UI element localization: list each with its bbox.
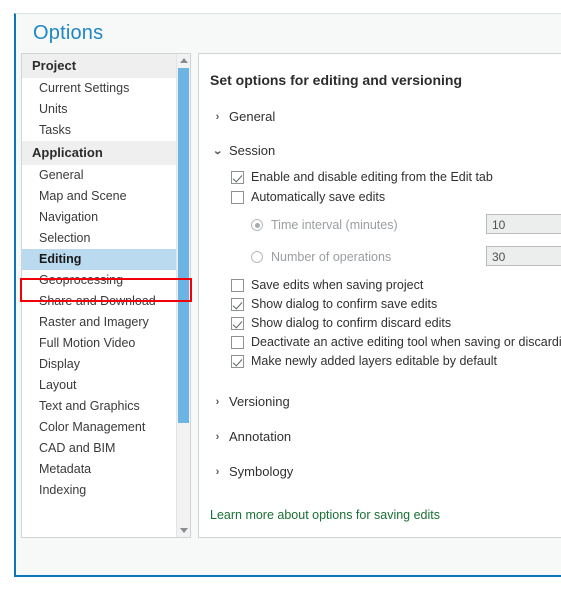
scroll-up-arrow-icon[interactable] [177, 54, 190, 67]
sidebar-item-current-settings[interactable]: Current Settings [22, 78, 190, 99]
chevron-right-icon: › [215, 430, 220, 443]
checkbox-label-confirm-discard-edits: Show dialog to confirm discard edits [251, 316, 452, 330]
nav-group-header-application: Application [22, 141, 190, 165]
sidebar-item-tasks[interactable]: Tasks [22, 120, 190, 141]
sidebar-item-share-and-download[interactable]: Share and Download [22, 291, 190, 312]
checkbox-deactivate-editing-tool[interactable] [231, 335, 244, 349]
sidebar-item-text-and-graphics[interactable]: Text and Graphics [22, 396, 190, 417]
checkbox-confirm-discard-edits[interactable] [231, 316, 244, 330]
sidebar-item-color-management[interactable]: Color Management [22, 417, 190, 438]
radio-number-of-operations[interactable] [251, 251, 263, 263]
options-navigation-list[interactable]: Project Current Settings Units Tasks App… [21, 53, 191, 538]
sidebar-item-indexing[interactable]: Indexing [22, 480, 190, 501]
checkbox-label-enable-disable-editing: Enable and disable editing from the Edit… [251, 170, 493, 184]
section-header-session[interactable]: ⌄ Session [212, 143, 276, 158]
sidebar-item-metadata[interactable]: Metadata [22, 459, 190, 480]
sidebar-item-full-motion-video[interactable]: Full Motion Video [22, 333, 190, 354]
checkbox-row-make-layers-editable[interactable]: Make newly added layers editable by defa… [231, 354, 497, 368]
chevron-right-icon: › [215, 395, 220, 408]
sidebar-item-raster-and-imagery[interactable]: Raster and Imagery [22, 312, 190, 333]
checkbox-row-save-edits-when-saving-project[interactable]: Save edits when saving project [231, 278, 423, 292]
radio-label-time-interval: Time interval (minutes) [271, 218, 398, 232]
checkbox-row-confirm-save-edits[interactable]: Show dialog to confirm save edits [231, 297, 437, 311]
scrollbar-thumb[interactable] [178, 68, 189, 423]
checkbox-enable-disable-editing[interactable] [231, 170, 244, 184]
sidebar-item-cad-and-bim[interactable]: CAD and BIM [22, 438, 190, 459]
sidebar-item-units[interactable]: Units [22, 99, 190, 120]
sidebar-item-selection[interactable]: Selection [22, 228, 190, 249]
scroll-down-arrow-icon[interactable] [177, 524, 190, 537]
checkbox-label-save-edits-when-saving-project: Save edits when saving project [251, 278, 424, 292]
checkbox-label-deactivate-editing-tool: Deactivate an active editing tool when s… [251, 335, 561, 349]
checkbox-row-confirm-discard-edits[interactable]: Show dialog to confirm discard edits [231, 316, 451, 330]
radio-time-interval[interactable] [251, 219, 263, 231]
radio-row-number-of-operations[interactable]: Number of operations [251, 250, 391, 264]
nav-group-header-project: Project [22, 54, 190, 78]
radio-row-time-interval[interactable]: Time interval (minutes) [251, 218, 398, 232]
sidebar-item-map-and-scene[interactable]: Map and Scene [22, 186, 190, 207]
section-label-symbology: Symbology [229, 464, 294, 479]
checkbox-label-make-layers-editable: Make newly added layers editable by defa… [251, 354, 497, 368]
page-title: Options [33, 22, 104, 44]
section-header-annotation[interactable]: › Annotation [213, 429, 292, 444]
checkbox-row-deactivate-editing-tool[interactable]: Deactivate an active editing tool when s… [231, 335, 561, 349]
sidebar-item-general[interactable]: General [22, 165, 190, 186]
number-of-operations-input[interactable]: 30 [486, 246, 561, 266]
options-content-panel: Set options for editing and versioning ›… [198, 53, 561, 538]
checkbox-label-automatically-save-edits: Automatically save edits [251, 190, 386, 204]
time-interval-input[interactable]: 10 [486, 214, 561, 234]
options-dialog: Options Project Current Settings Units T… [14, 13, 561, 577]
checkbox-automatically-save-edits[interactable] [231, 190, 244, 204]
section-label-session: Session [229, 143, 276, 158]
sidebar-item-navigation[interactable]: Navigation [22, 207, 190, 228]
checkbox-row-enable-disable-editing[interactable]: Enable and disable editing from the Edit… [231, 170, 493, 184]
sidebar-item-geoprocessing[interactable]: Geoprocessing [22, 270, 190, 291]
chevron-down-icon: ⌄ [212, 145, 223, 157]
section-header-versioning[interactable]: › Versioning [213, 394, 290, 409]
sidebar-item-display[interactable]: Display [22, 354, 190, 375]
section-header-general[interactable]: › General [213, 109, 276, 124]
section-label-versioning: Versioning [229, 394, 290, 409]
chevron-right-icon: › [215, 110, 220, 123]
checkbox-make-layers-editable[interactable] [231, 354, 244, 368]
content-heading: Set options for editing and versioning [210, 72, 463, 88]
nav-group-application: Application General Map and Scene Naviga… [22, 141, 190, 501]
checkbox-save-edits-when-saving-project[interactable] [231, 278, 244, 292]
section-label-annotation: Annotation [229, 429, 292, 444]
checkbox-confirm-save-edits[interactable] [231, 297, 244, 311]
navigation-scrollbar[interactable] [176, 54, 190, 537]
nav-group-project: Project Current Settings Units Tasks [22, 54, 190, 141]
learn-more-link[interactable]: Learn more about options for saving edit… [210, 508, 440, 522]
section-label-general: General [229, 109, 276, 124]
chevron-right-icon: › [215, 465, 220, 478]
radio-label-number-of-operations: Number of operations [271, 250, 392, 264]
checkbox-row-automatically-save-edits[interactable]: Automatically save edits [231, 190, 385, 204]
sidebar-item-editing[interactable]: Editing [22, 249, 190, 270]
checkbox-label-confirm-save-edits: Show dialog to confirm save edits [251, 297, 438, 311]
sidebar-item-layout[interactable]: Layout [22, 375, 190, 396]
section-header-symbology[interactable]: › Symbology [213, 464, 294, 479]
